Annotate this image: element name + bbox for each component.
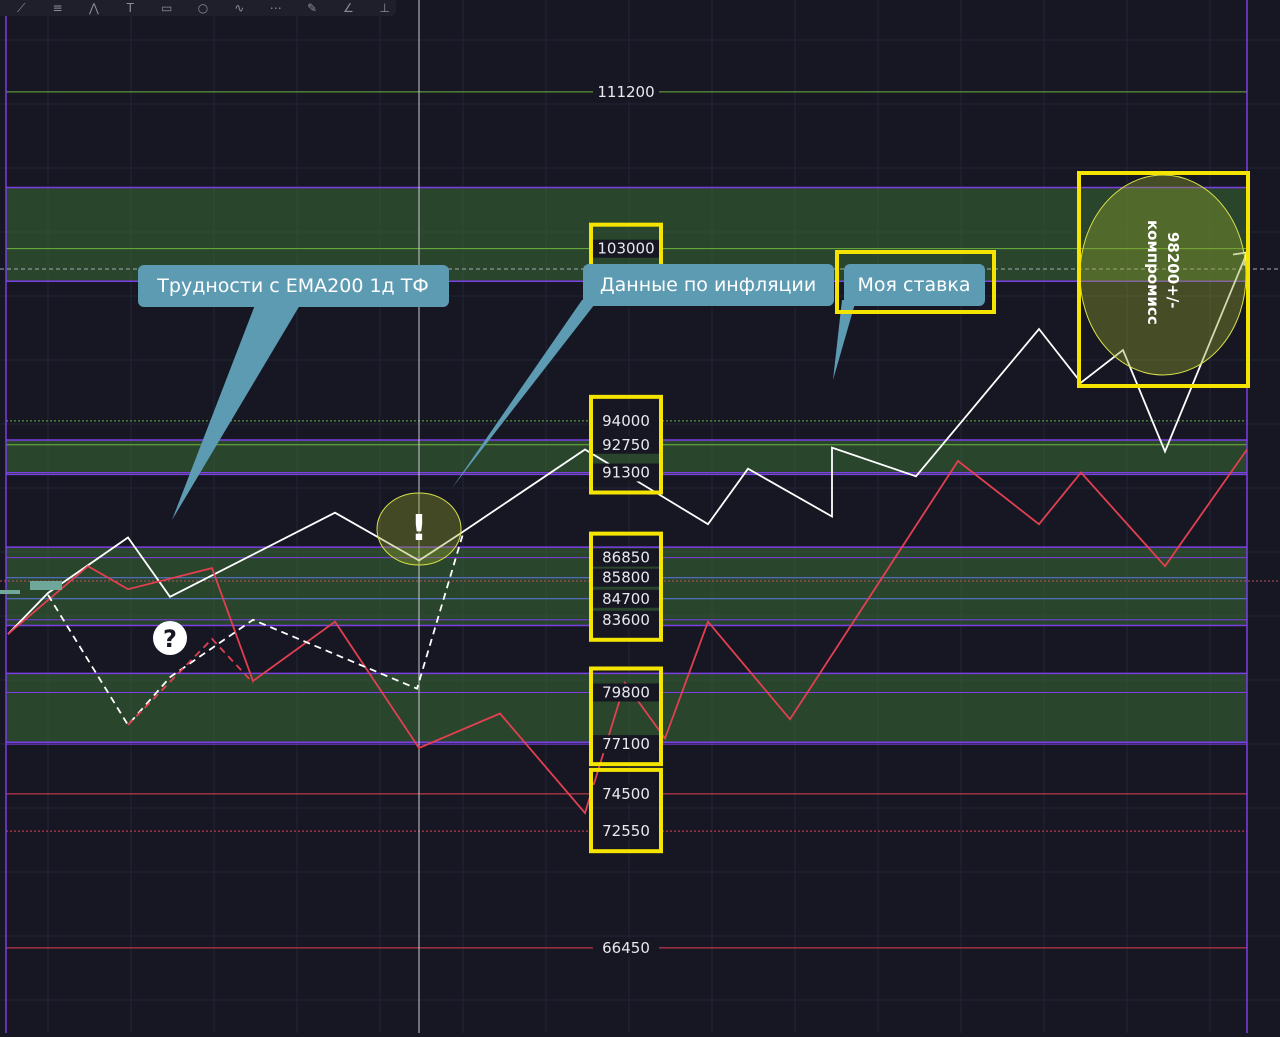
position-marker	[30, 581, 62, 590]
callout-inflation-text: Данные по инфляции	[600, 274, 816, 296]
level-label-83600: 83600	[602, 611, 650, 629]
compromise-zone[interactable]: 98200+/- компромисс	[1077, 171, 1250, 388]
level-label-91300: 91300	[602, 464, 650, 482]
question-badge[interactable]: ?	[153, 621, 187, 655]
level-label-94000: 94000	[602, 412, 650, 430]
compromise-value-text: 98200+/-	[1164, 232, 1182, 308]
level-label-111200: 111200	[597, 83, 654, 101]
price-chart[interactable]: 111200 103000 94000 92750 91300 86850 85800 847…	[0, 0, 1280, 1033]
trendline-tool-icon[interactable]: ⟋	[10, 2, 32, 14]
question-icon: ?	[163, 625, 177, 653]
path-tool-icon[interactable]: ⋯	[265, 2, 287, 14]
price-path-1	[7, 448, 1248, 815]
chart-area[interactable]: 111200 103000 94000 92750 91300 86850 85800 847…	[0, 0, 1280, 1033]
callout-my-bet[interactable]: Моя ставка	[833, 250, 996, 380]
position-marker-left	[0, 590, 20, 594]
curve-tool-icon[interactable]: ∿	[228, 2, 250, 14]
level-label-66450: 66450	[602, 939, 650, 957]
compromise-label-text: компромисс	[1144, 220, 1162, 325]
level-label-84700: 84700	[602, 590, 650, 608]
level-label-92750: 92750	[602, 436, 650, 454]
callout-ema200-text: Трудности с ЕМА200 1д ТФ	[156, 275, 428, 297]
exclamation-icon: !	[411, 508, 427, 549]
measure-tool-icon[interactable]: ⊥	[374, 2, 396, 14]
pattern-tool-icon[interactable]: ⋀	[83, 2, 105, 14]
gann-tool-icon[interactable]: ∠	[337, 2, 359, 14]
callout-ema200[interactable]: Трудности с ЕМА200 1д ТФ	[138, 265, 449, 520]
brush-tool-icon[interactable]: ✎	[301, 2, 323, 14]
chart-grid	[0, 0, 1280, 1033]
level-label-85800: 85800	[602, 569, 650, 587]
level-label-103000: 103000	[597, 240, 654, 258]
level-label-72550: 72550	[602, 822, 650, 840]
callout-tool-icon[interactable]: ▭	[155, 2, 177, 14]
drawing-toolbar: ⟋ ≡ ⋀ T ▭ ○ ∿ ⋯ ✎ ∠ ⊥	[0, 0, 396, 16]
level-label-77100: 77100	[602, 735, 650, 753]
fib-tool-icon[interactable]: ≡	[46, 2, 68, 14]
level-label-74500: 74500	[602, 785, 650, 803]
level-label-86850: 86850	[602, 549, 650, 567]
circle-tool-icon[interactable]: ○	[192, 2, 214, 14]
level-label-79800: 79800	[602, 683, 650, 701]
exclamation-badge[interactable]: !	[376, 492, 462, 566]
callout-my-bet-text: Моя ставка	[858, 274, 971, 296]
text-tool-icon[interactable]: T	[119, 2, 141, 14]
